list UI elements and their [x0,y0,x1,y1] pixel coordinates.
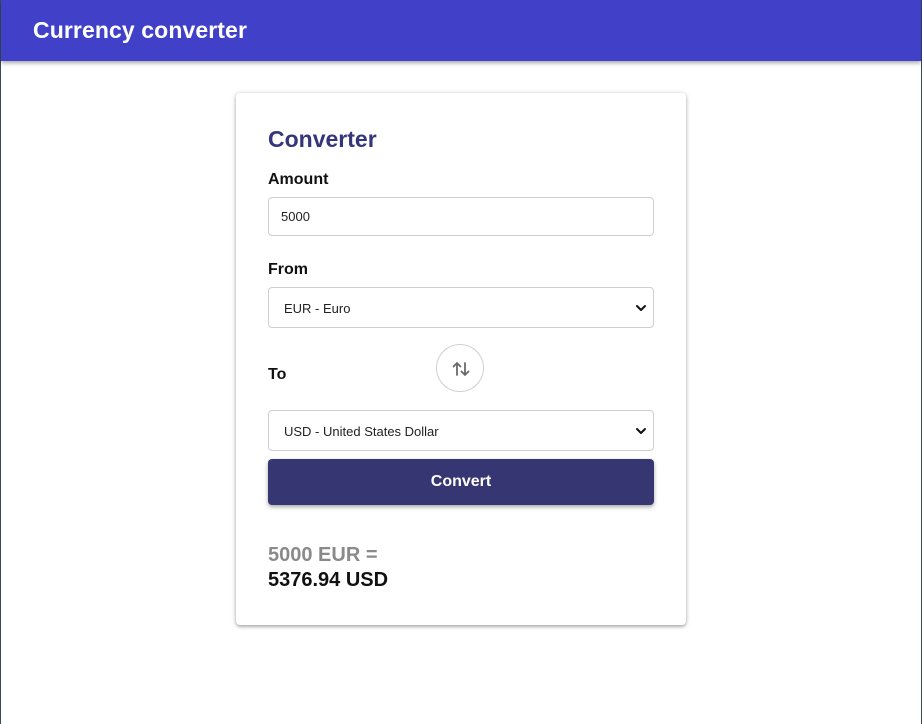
result-converted-amount: 5376.94 USD [268,569,389,591]
from-label: From [268,261,308,278]
app-window: Currency converter Converter Amount From… [0,0,922,724]
card-title: Converter [268,126,377,152]
from-currency-value: EUR - Euro [284,301,351,316]
to-label: To [268,366,287,383]
result-source-amount: 5000 EUR = [268,544,378,566]
from-currency-select[interactable]: EUR - Euro [268,287,654,328]
swap-currencies-button[interactable] [436,344,484,392]
to-currency-value: USD - United States Dollar [284,424,439,439]
chevron-down-icon [636,305,646,311]
swap-vertical-arrows-icon [452,362,470,376]
converter-card: Converter Amount From EUR - Euro To USD … [236,93,686,625]
to-currency-select[interactable]: USD - United States Dollar [268,410,654,451]
amount-label: Amount [268,171,329,188]
convert-button[interactable]: Convert [268,459,654,505]
amount-input[interactable] [268,197,654,236]
chevron-down-icon [636,428,646,434]
app-title: Currency converter [33,17,247,43]
app-bar: Currency converter [1,0,921,61]
